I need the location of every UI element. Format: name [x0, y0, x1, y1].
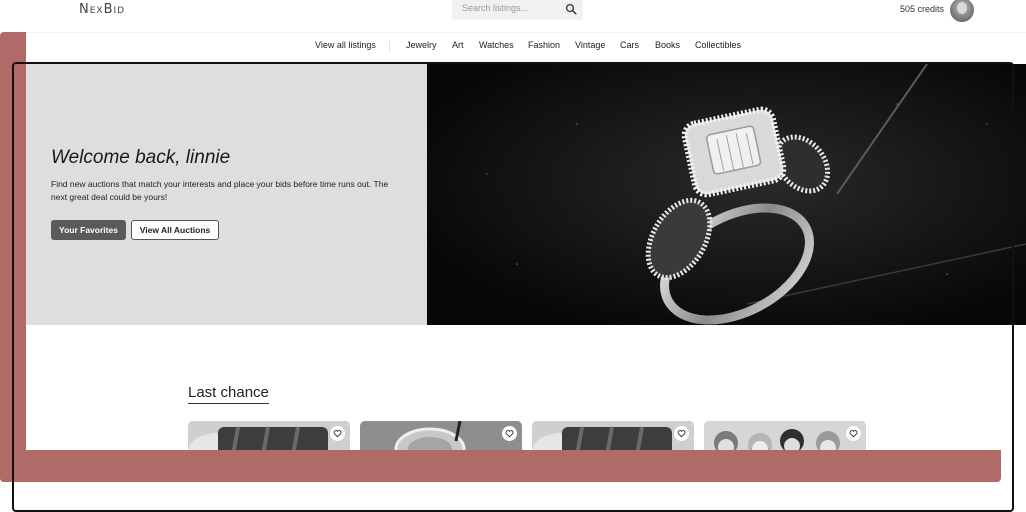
listing-card[interactable]	[188, 421, 350, 450]
search-input[interactable]	[460, 2, 564, 14]
nav-art[interactable]: Art	[452, 40, 464, 50]
heart-icon	[505, 430, 514, 438]
search-icon[interactable]	[565, 3, 577, 15]
hero-panel: Welcome back, linnie Find new auctions t…	[26, 64, 427, 325]
favorite-button[interactable]	[674, 426, 689, 441]
nav-watches[interactable]: Watches	[479, 40, 514, 50]
nav-view-all-listings[interactable]: View all listings	[315, 40, 376, 50]
avatar-face	[957, 2, 967, 14]
nav-fashion[interactable]: Fashion	[528, 40, 560, 50]
favorite-button[interactable]	[330, 426, 345, 441]
listing-image	[188, 421, 350, 450]
avatar[interactable]	[950, 0, 974, 22]
heart-icon	[849, 430, 858, 438]
hero-image	[427, 64, 1026, 325]
logo[interactable]: NexBid	[79, 2, 125, 17]
credits-balance: 505 credits	[900, 4, 945, 14]
nav-collectibles[interactable]: Collectibles	[695, 40, 741, 50]
listing-image	[360, 421, 522, 450]
ring-illustration	[427, 64, 1026, 325]
listing-image	[532, 421, 694, 450]
favorite-button[interactable]	[846, 426, 861, 441]
nav-cars[interactable]: Cars	[620, 40, 639, 50]
heart-icon	[333, 430, 342, 438]
listing-image	[704, 421, 866, 450]
nav-divider	[389, 41, 390, 53]
logo-text: NexBid	[79, 2, 126, 17]
heart-icon	[677, 430, 686, 438]
listing-card[interactable]	[704, 421, 866, 450]
top-header: NexBid 505 credits	[26, 0, 1026, 33]
your-favorites-button[interactable]: Your Favorites	[51, 220, 126, 240]
favorite-button[interactable]	[502, 426, 517, 441]
category-nav: View all listings Jewelry Art Watches Fa…	[26, 40, 1026, 54]
backdrop-bottom	[0, 450, 1001, 482]
hero-description: Find new auctions that match your intere…	[51, 179, 389, 202]
nav-books[interactable]: Books	[655, 40, 680, 50]
listing-card[interactable]	[360, 421, 522, 450]
app-window: NexBid 505 credits View all listings Jew…	[26, 0, 1026, 450]
listing-card[interactable]	[532, 421, 694, 450]
last-chance-heading: Last chance	[188, 384, 269, 404]
nav-jewelry[interactable]: Jewelry	[406, 40, 437, 50]
nav-vintage[interactable]: Vintage	[575, 40, 605, 50]
view-all-auctions-button[interactable]: View All Auctions	[131, 220, 219, 240]
hero-title: Welcome back, linnie	[51, 147, 231, 168]
backdrop-left	[0, 32, 26, 482]
search-box	[452, 0, 583, 20]
